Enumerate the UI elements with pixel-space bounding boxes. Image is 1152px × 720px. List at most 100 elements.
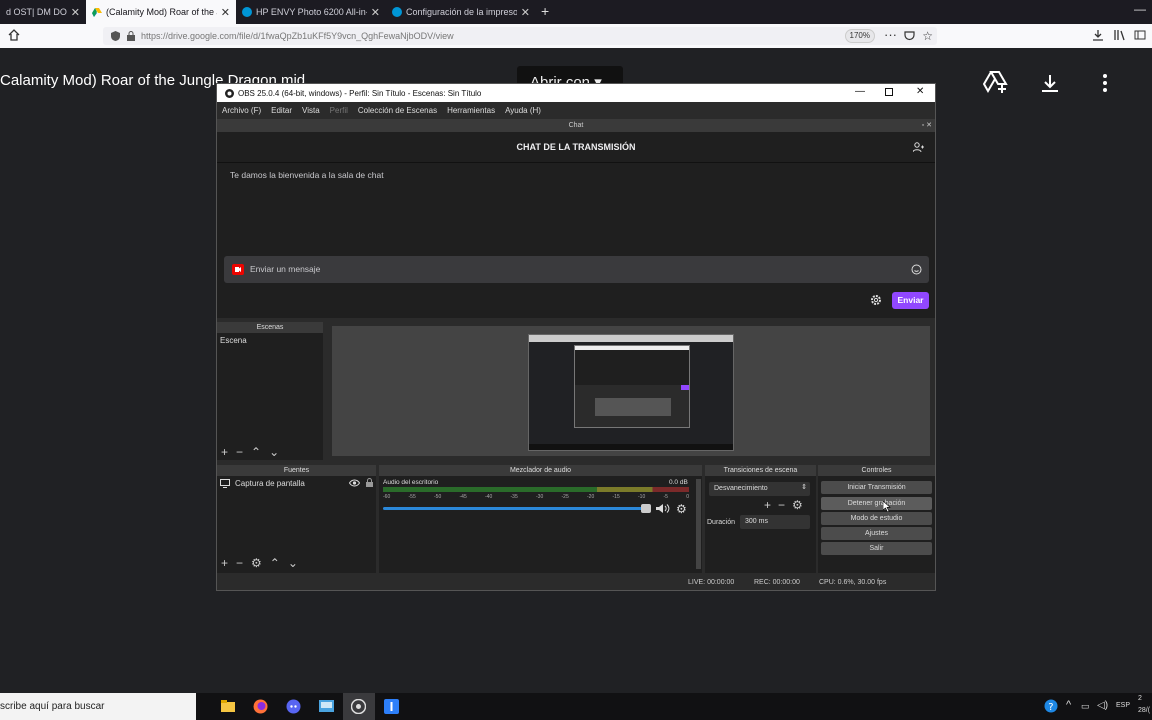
minimize-icon[interactable]: — bbox=[1134, 2, 1146, 16]
library-icon[interactable] bbox=[1113, 29, 1125, 41]
status-live: LIVE: 00:00:00 bbox=[688, 579, 735, 586]
settings-button[interactable]: Ajustes bbox=[821, 527, 932, 540]
remove-icon[interactable]: − bbox=[236, 445, 243, 459]
preview-canvas[interactable] bbox=[332, 326, 930, 456]
more-actions-icon[interactable]: ··· bbox=[884, 27, 897, 42]
browser-toolbar-icons bbox=[1092, 29, 1146, 41]
clock-time[interactable]: 2 bbox=[1138, 695, 1142, 702]
add-icon[interactable]: + bbox=[221, 556, 228, 570]
menu-perfil[interactable]: Perfil bbox=[330, 106, 348, 115]
new-tab-icon[interactable]: + bbox=[541, 3, 549, 19]
browser-tab-active[interactable]: (Calamity Mod) Roar of the Ju ✕ bbox=[86, 0, 236, 24]
gear-icon[interactable]: ⚙ bbox=[792, 498, 803, 512]
volume-slider[interactable] bbox=[383, 504, 651, 513]
move-up-icon[interactable]: ⌃ bbox=[270, 556, 280, 570]
file-explorer-icon[interactable] bbox=[221, 700, 235, 712]
pocket-icon[interactable] bbox=[904, 30, 915, 41]
preview-screen-capture bbox=[528, 334, 734, 451]
chat-send-button[interactable]: Enviar bbox=[892, 292, 929, 309]
lock-icon[interactable] bbox=[366, 478, 373, 487]
language-indicator[interactable]: ESP bbox=[1116, 702, 1130, 709]
obs-title-bar: OBS 25.0.4 (64-bit, windows) - Perfil: S… bbox=[217, 84, 935, 102]
url-bar[interactable]: https://drive.google.com/file/d/1fwaQpZb… bbox=[103, 27, 937, 45]
taskbar-search-box[interactable]: scribe aquí para buscar bbox=[0, 693, 196, 720]
dock-controls-icon[interactable]: ▫ ✕ bbox=[922, 119, 932, 132]
browser-tab[interactable]: HP ENVY Photo 6200 All-in-On ✕ bbox=[236, 0, 386, 24]
close-icon[interactable]: ✕ bbox=[521, 6, 530, 19]
duration-spinbox[interactable]: 300 ms bbox=[740, 515, 810, 529]
chevron-up-icon[interactable]: ^ bbox=[1066, 699, 1071, 711]
discord-icon[interactable] bbox=[286, 699, 301, 714]
move-down-icon[interactable]: ⌄ bbox=[269, 445, 279, 459]
firefox-icon[interactable] bbox=[253, 699, 268, 714]
start-streaming-button[interactable]: Iniciar Transmisión bbox=[821, 481, 932, 494]
close-icon[interactable]: ✕ bbox=[71, 6, 80, 19]
add-to-drive-icon[interactable] bbox=[983, 71, 1009, 93]
mixer-gear-icon[interactable]: ⚙ bbox=[676, 502, 687, 516]
menu-editar[interactable]: Editar bbox=[271, 106, 292, 115]
browser-tab[interactable]: Configuración de la impresora ✕ bbox=[386, 0, 536, 24]
controls-dock: Controles Iniciar Transmisión Detener gr… bbox=[818, 465, 935, 573]
shield-icon[interactable] bbox=[111, 31, 120, 41]
studio-mode-button[interactable]: Modo de estudio bbox=[821, 512, 932, 525]
volume-icon[interactable]: ◁) bbox=[1097, 700, 1108, 711]
move-down-icon[interactable]: ⌄ bbox=[288, 556, 298, 570]
meter-ticks: -60 -55 -50 -45 -40 -35 -30 -25 -20 -15 -10 -5 0 bbox=[383, 494, 689, 501]
menu-coleccion-escenas[interactable]: Colección de Escenas bbox=[358, 106, 437, 115]
source-item[interactable]: Captura de pantalla bbox=[217, 476, 376, 491]
move-up-icon[interactable]: ⌃ bbox=[251, 445, 261, 459]
monitor-icon bbox=[220, 479, 230, 488]
sidebar-icon[interactable] bbox=[1134, 29, 1146, 41]
visibility-eye-icon[interactable] bbox=[349, 479, 360, 487]
menu-ayuda[interactable]: Ayuda (H) bbox=[505, 106, 541, 115]
chat-message-input[interactable]: Enviar un mensaje bbox=[224, 256, 929, 283]
menu-vista[interactable]: Vista bbox=[302, 106, 320, 115]
menu-archivo[interactable]: Archivo (F) bbox=[222, 106, 261, 115]
browser-tab[interactable]: d OST| DM DOKU ✕ bbox=[0, 0, 86, 24]
scene-item[interactable]: Escena bbox=[217, 333, 323, 348]
lock-icon[interactable] bbox=[127, 31, 135, 41]
sources-title: Fuentes bbox=[217, 465, 376, 476]
download-icon[interactable] bbox=[1092, 29, 1104, 41]
close-icon[interactable]: ✕ bbox=[221, 6, 230, 19]
download-icon[interactable] bbox=[1040, 73, 1060, 93]
speaker-icon[interactable] bbox=[656, 503, 670, 514]
controls-title: Controles bbox=[818, 465, 935, 476]
tab-label: (Calamity Mod) Roar of the Ju bbox=[106, 7, 217, 17]
app-icon[interactable] bbox=[384, 699, 399, 714]
remove-icon[interactable]: − bbox=[236, 556, 243, 570]
mixer-track-name: Audio del escritorio bbox=[383, 479, 439, 486]
chat-dock-label: Chat bbox=[568, 122, 584, 129]
more-options-icon[interactable] bbox=[1102, 73, 1108, 93]
stop-recording-button[interactable]: Detener grabación bbox=[821, 497, 932, 510]
scenes-title: Escenas bbox=[217, 322, 323, 333]
zoom-level[interactable]: 170% bbox=[844, 29, 875, 43]
bookmark-star-icon[interactable]: ☆ bbox=[922, 29, 933, 43]
scenes-dock: Escenas Escena + − ⌃ ⌄ bbox=[217, 322, 323, 460]
minimize-icon[interactable]: — bbox=[855, 86, 865, 97]
clock-date[interactable]: 28/( bbox=[1138, 707, 1150, 714]
help-icon[interactable]: ? bbox=[1044, 699, 1058, 713]
chat-settings-icon[interactable] bbox=[870, 294, 882, 306]
mixer-scrollbar[interactable] bbox=[696, 479, 701, 569]
emote-icon[interactable] bbox=[911, 264, 922, 275]
users-icon[interactable] bbox=[913, 142, 924, 153]
meter-tick: -25 bbox=[561, 494, 569, 500]
home-icon[interactable] bbox=[8, 29, 20, 41]
add-icon[interactable]: + bbox=[221, 445, 228, 459]
control-panel-icon[interactable] bbox=[319, 700, 334, 712]
remove-icon[interactable]: − bbox=[778, 498, 785, 512]
meter-tick: -45 bbox=[459, 494, 467, 500]
close-icon[interactable]: ✕ bbox=[916, 86, 924, 97]
volume-slider-handle[interactable] bbox=[641, 504, 651, 513]
network-icon[interactable]: ▭ bbox=[1081, 701, 1090, 712]
maximize-icon[interactable] bbox=[885, 88, 893, 96]
transition-select[interactable]: Desvanecimiento ⇕ bbox=[709, 482, 810, 496]
gear-icon[interactable]: ⚙ bbox=[251, 556, 262, 570]
add-icon[interactable]: + bbox=[764, 498, 771, 512]
exit-button[interactable]: Salir bbox=[821, 542, 932, 555]
url-text: https://drive.google.com/file/d/1fwaQpZb… bbox=[141, 31, 454, 41]
close-icon[interactable]: ✕ bbox=[371, 6, 380, 19]
menu-herramientas[interactable]: Herramientas bbox=[447, 106, 495, 115]
obs-taskbar-button[interactable] bbox=[343, 693, 375, 720]
